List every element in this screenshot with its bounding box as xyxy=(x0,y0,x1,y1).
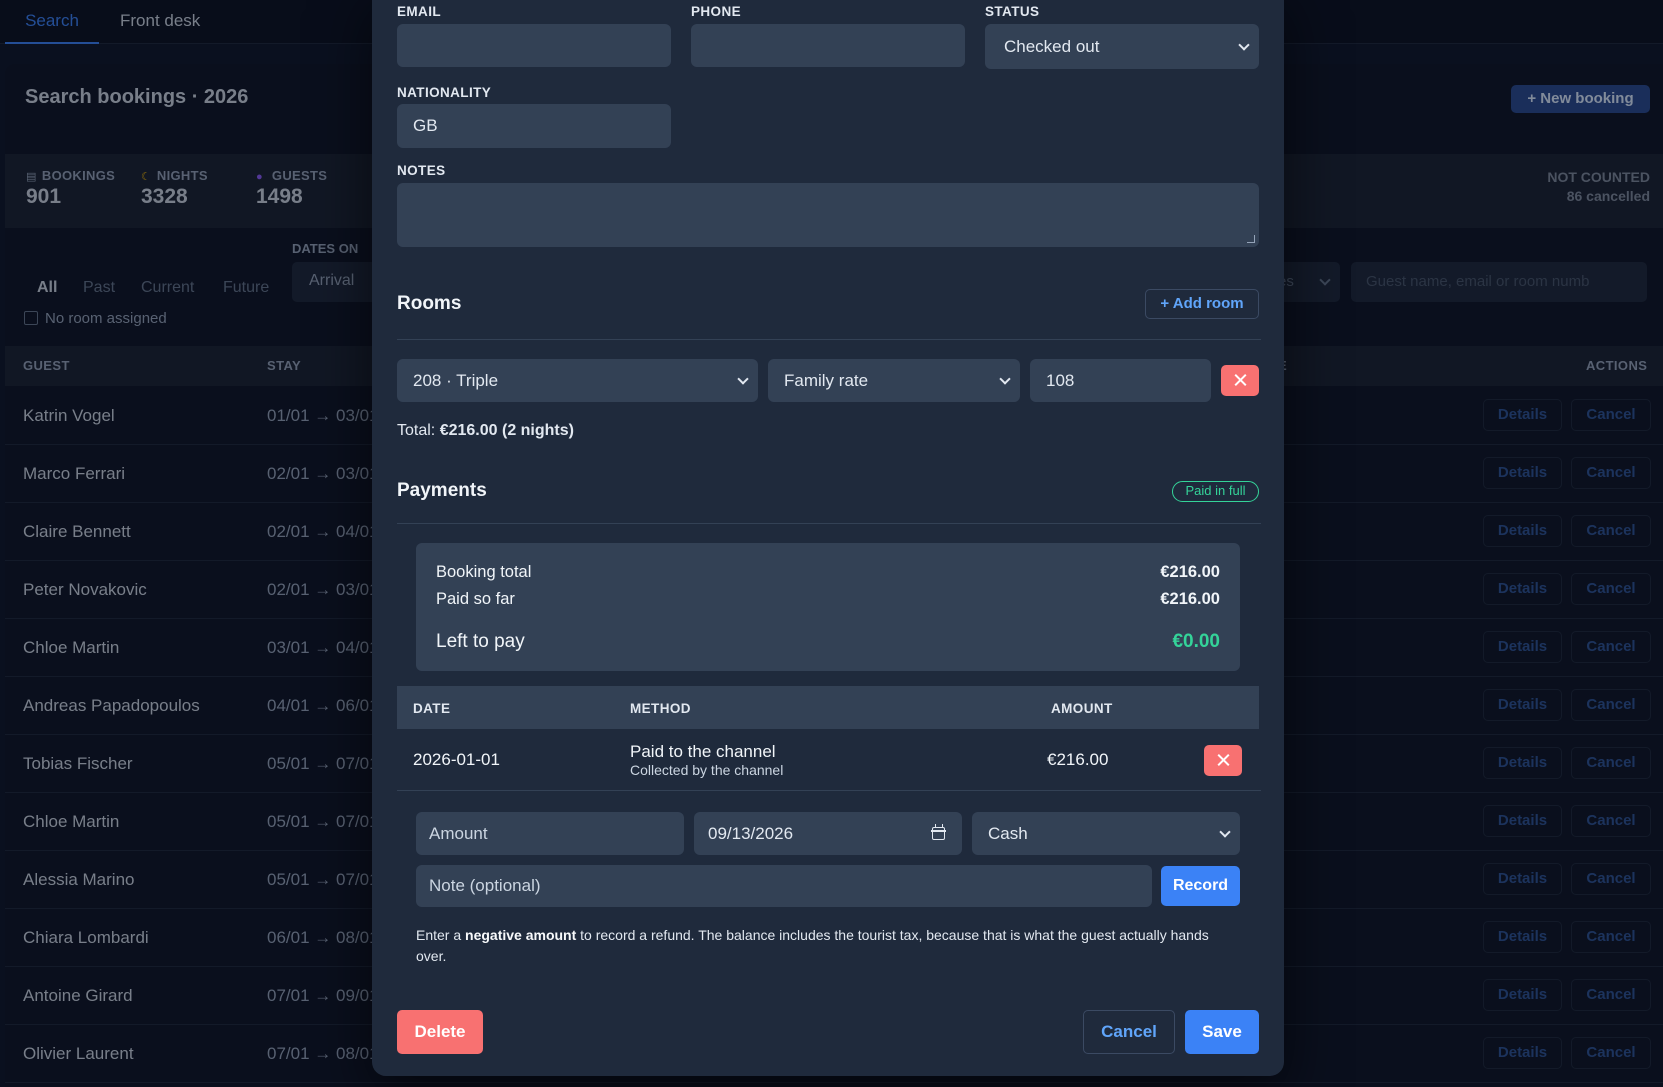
calendar-icon[interactable] xyxy=(931,824,946,840)
column-method: METHOD xyxy=(630,701,691,716)
payment-note-input[interactable]: Note (optional) xyxy=(416,865,1152,907)
modal-panel xyxy=(372,0,1284,1076)
hint-bold: negative amount xyxy=(465,927,577,943)
total-prefix: Total: xyxy=(397,422,436,439)
left-to-pay-value: €0.00 xyxy=(1172,631,1220,652)
chevron-down-icon xyxy=(999,372,1011,385)
room-price-value: 108 xyxy=(1046,370,1075,390)
column-amount: AMOUNT xyxy=(1051,701,1113,716)
payment-date-value: 09/13/2026 xyxy=(708,823,794,843)
payment-method-select[interactable]: Cash xyxy=(972,812,1240,855)
rooms-section-title: Rooms xyxy=(397,293,462,314)
booking-total-value: €216.00 xyxy=(1160,563,1220,581)
booking-total-label: Booking total xyxy=(436,563,532,581)
rooms-total: Total: €216.00 (2 nights) xyxy=(397,422,574,440)
phone-field[interactable] xyxy=(691,24,965,67)
delete-payment-button[interactable] xyxy=(1204,745,1242,776)
payment-method: Paid to the channel xyxy=(630,742,776,761)
payments-divider xyxy=(397,523,1261,524)
phone-label: PHONE xyxy=(691,4,742,19)
rate-select[interactable]: Family rate xyxy=(768,359,1020,402)
room-select[interactable]: 208 · Triple xyxy=(397,359,758,402)
cancel-button[interactable]: Cancel xyxy=(1083,1010,1175,1054)
email-label: EMAIL xyxy=(397,4,441,19)
notes-label: NOTES xyxy=(397,163,446,178)
payment-amount: €216.00 xyxy=(1047,750,1109,769)
note-placeholder: Note (optional) xyxy=(429,876,541,895)
room-price-input[interactable]: 108 xyxy=(1030,359,1211,402)
paid-so-far-value: €216.00 xyxy=(1160,590,1220,608)
email-field[interactable] xyxy=(397,24,671,67)
payments-section-title: Payments xyxy=(397,480,487,501)
payment-date-input[interactable]: 09/13/2026 xyxy=(694,812,962,855)
rooms-divider xyxy=(397,339,1261,340)
status-label: STATUS xyxy=(985,4,1040,19)
chevron-down-icon xyxy=(1238,38,1250,51)
delete-booking-button[interactable]: Delete xyxy=(397,1010,483,1054)
resize-handle-icon[interactable] xyxy=(1247,235,1255,243)
record-payment-button[interactable]: Record xyxy=(1161,866,1240,906)
hint-prefix: Enter a xyxy=(416,927,462,943)
payment-row-divider xyxy=(397,790,1261,791)
payments-table-header xyxy=(397,686,1259,729)
left-to-pay-label: Left to pay xyxy=(436,631,525,652)
amount-placeholder: Amount xyxy=(429,823,488,843)
payment-status-badge: Paid in full xyxy=(1172,481,1259,502)
remove-room-button[interactable] xyxy=(1221,365,1259,396)
status-value: Checked out xyxy=(1004,36,1100,56)
add-room-button[interactable]: + Add room xyxy=(1145,289,1259,319)
chevron-down-icon xyxy=(1219,825,1231,838)
total-value: €216.00 (2 nights) xyxy=(439,422,574,439)
payment-date: 2026-01-01 xyxy=(413,750,500,769)
notes-textarea[interactable] xyxy=(397,183,1259,247)
payment-method-value: Cash xyxy=(988,823,1028,843)
payment-method-note: Collected by the channel xyxy=(630,762,784,778)
column-date: DATE xyxy=(413,701,451,716)
rate-select-value: Family rate xyxy=(784,370,869,390)
refund-hint: Enter a negative amount to record a refu… xyxy=(416,925,1236,967)
room-select-value: 208 · Triple xyxy=(413,370,499,390)
save-button[interactable]: Save xyxy=(1185,1010,1259,1054)
paid-so-far-label: Paid so far xyxy=(436,590,515,608)
nationality-label: NATIONALITY xyxy=(397,85,492,100)
payment-amount-input[interactable]: Amount xyxy=(416,812,684,855)
status-select[interactable]: Checked out xyxy=(985,24,1259,69)
nationality-field[interactable]: GB xyxy=(397,104,671,148)
nationality-value: GB xyxy=(413,116,438,135)
chevron-down-icon xyxy=(737,372,749,385)
